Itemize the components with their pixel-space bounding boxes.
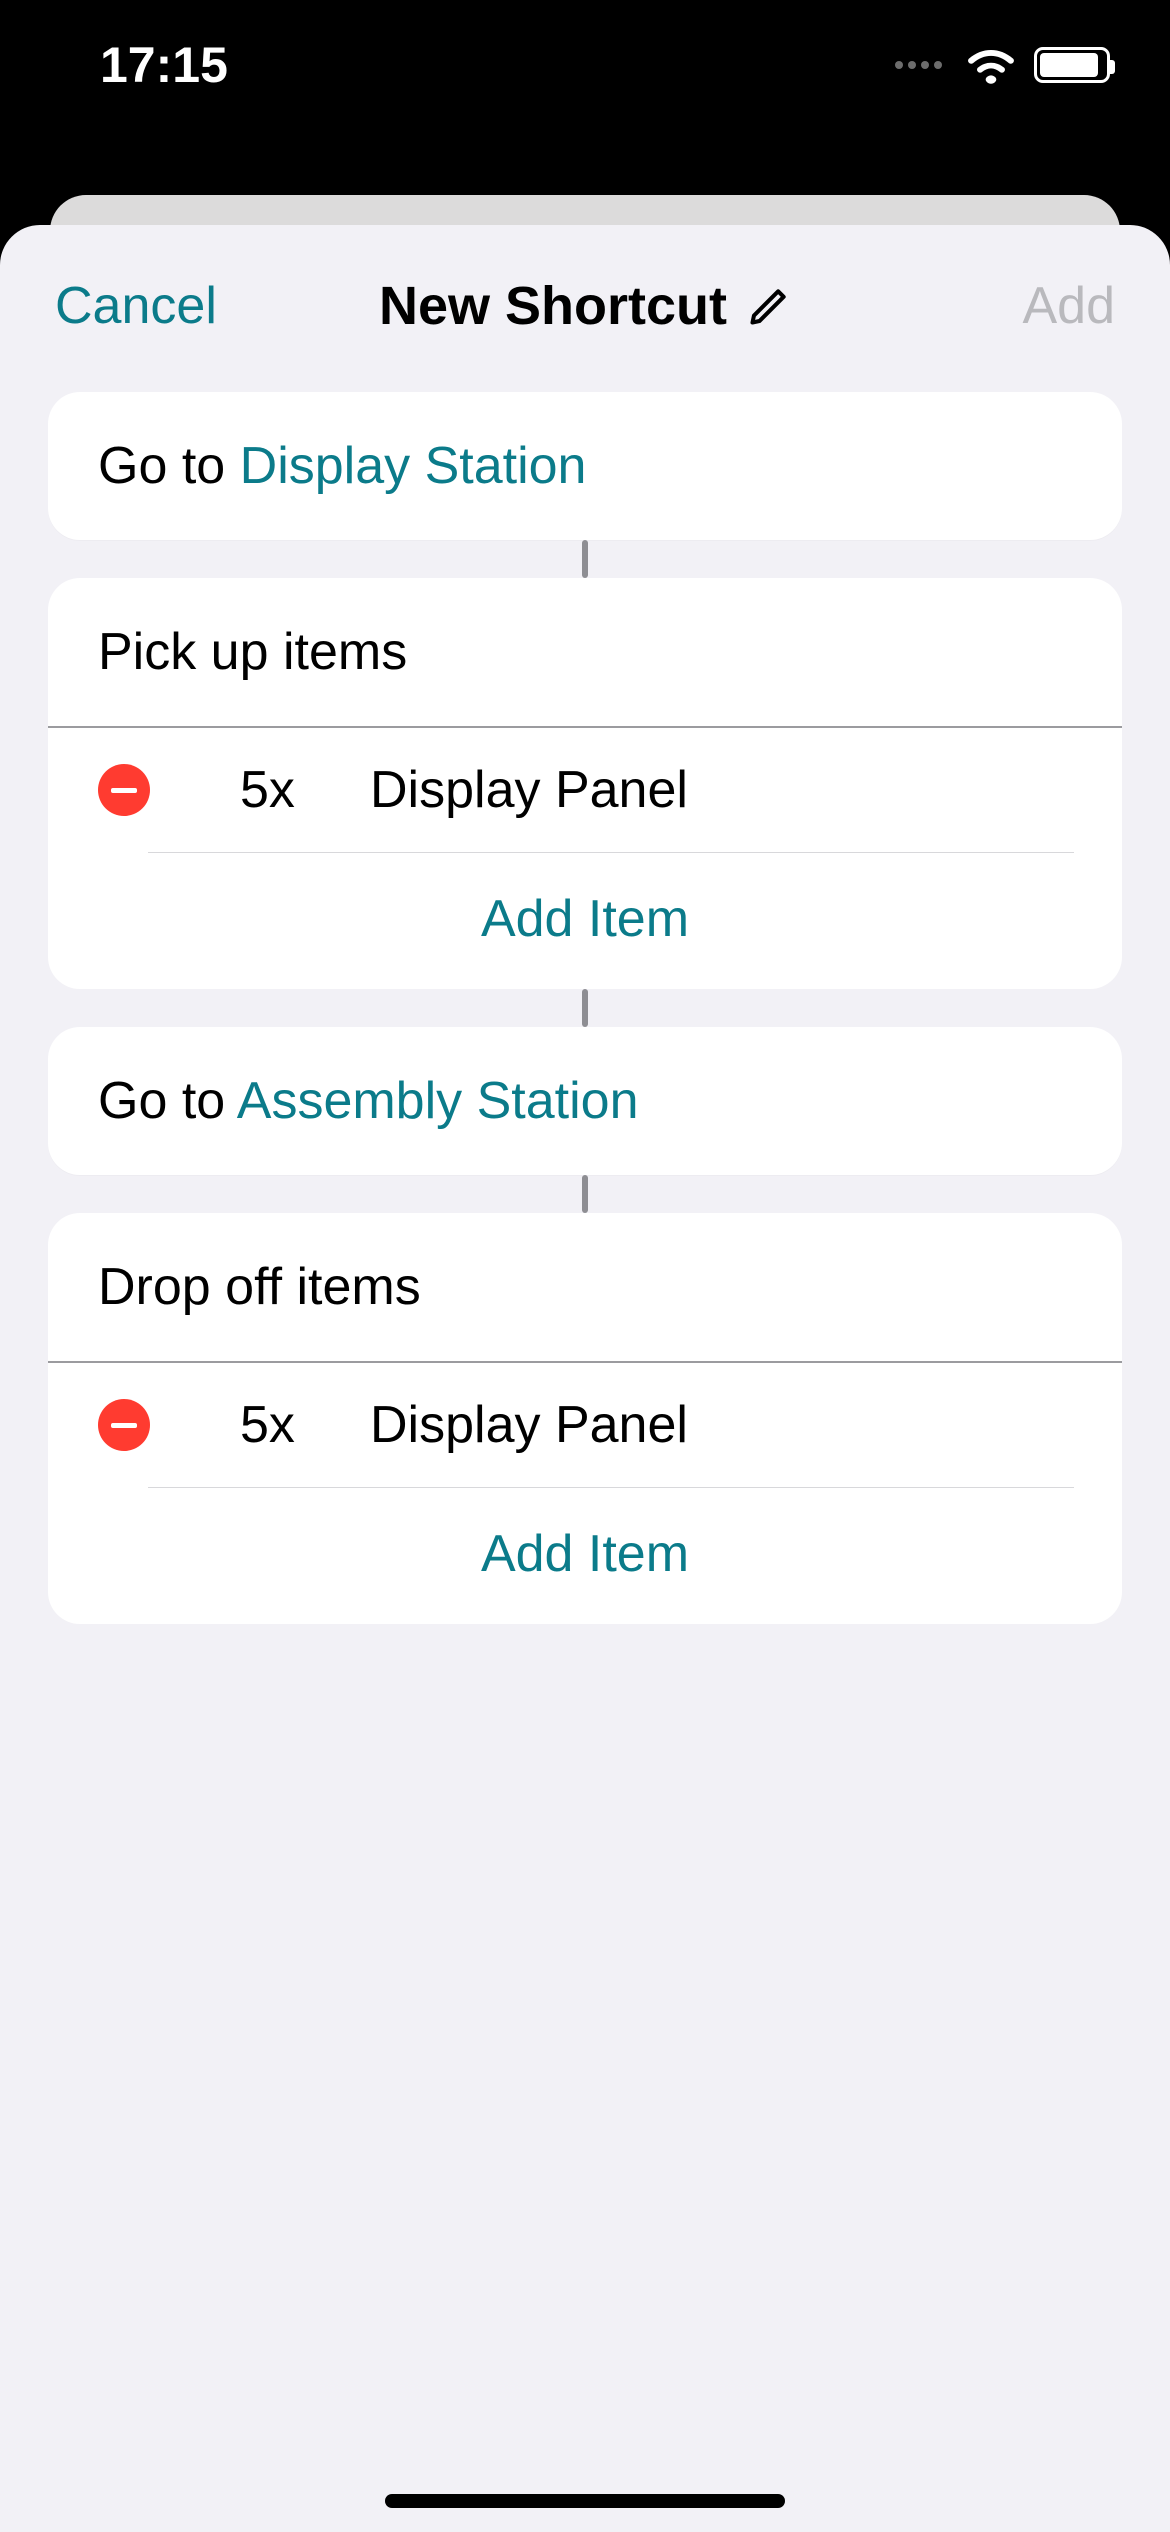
item-quantity: 5x bbox=[240, 760, 330, 820]
title-wrap: New Shortcut bbox=[379, 275, 791, 337]
dropoff-item-row[interactable]: 5x Display Panel bbox=[48, 1363, 1122, 1487]
add-dropoff-item-button[interactable]: Add Item bbox=[48, 1488, 1122, 1624]
add-button[interactable]: Add bbox=[935, 276, 1115, 336]
battery-icon bbox=[1034, 47, 1110, 83]
dropoff-step-card: Drop off items 5x Display Panel Add Item bbox=[48, 1213, 1122, 1624]
minus-icon bbox=[111, 1423, 137, 1428]
cellular-dots-icon bbox=[895, 61, 942, 69]
cancel-button[interactable]: Cancel bbox=[55, 276, 235, 336]
sheet-header: Cancel New Shortcut Add bbox=[0, 225, 1170, 392]
connector-line bbox=[582, 540, 588, 578]
page-title: New Shortcut bbox=[379, 275, 727, 337]
dropoff-header: Drop off items bbox=[48, 1213, 1122, 1363]
pickup-header: Pick up items bbox=[48, 578, 1122, 728]
connector-line bbox=[582, 989, 588, 1027]
remove-item-button[interactable] bbox=[98, 764, 150, 816]
remove-item-button[interactable] bbox=[98, 1399, 150, 1451]
home-indicator[interactable] bbox=[385, 2494, 785, 2508]
goto-prefix: Go to bbox=[98, 437, 240, 495]
item-name: Display Panel bbox=[370, 1395, 688, 1455]
goto-prefix: Go to bbox=[98, 1072, 237, 1130]
status-right bbox=[895, 46, 1110, 84]
goto-destination-link[interactable]: Assembly Station bbox=[237, 1072, 639, 1130]
pickup-step-card: Pick up items 5x Display Panel Add Item bbox=[48, 578, 1122, 989]
status-bar: 17:15 bbox=[0, 0, 1170, 130]
pickup-item-row[interactable]: 5x Display Panel bbox=[48, 728, 1122, 852]
connector-line bbox=[582, 1175, 588, 1213]
goto-step-card[interactable]: Go to Display Station bbox=[48, 392, 1122, 540]
modal-sheet: Cancel New Shortcut Add Go to Display St… bbox=[0, 225, 1170, 2532]
add-pickup-item-button[interactable]: Add Item bbox=[48, 853, 1122, 989]
status-time: 17:15 bbox=[100, 36, 228, 94]
shortcut-flow: Go to Display Station Pick up items 5x D… bbox=[0, 392, 1170, 1624]
item-quantity: 5x bbox=[240, 1395, 330, 1455]
goto-step-card[interactable]: Go to Assembly Station bbox=[48, 1027, 1122, 1175]
goto-destination-link[interactable]: Display Station bbox=[240, 437, 587, 495]
wifi-icon bbox=[966, 46, 1016, 84]
minus-icon bbox=[111, 788, 137, 793]
edit-title-button[interactable] bbox=[747, 284, 791, 328]
item-name: Display Panel bbox=[370, 760, 688, 820]
